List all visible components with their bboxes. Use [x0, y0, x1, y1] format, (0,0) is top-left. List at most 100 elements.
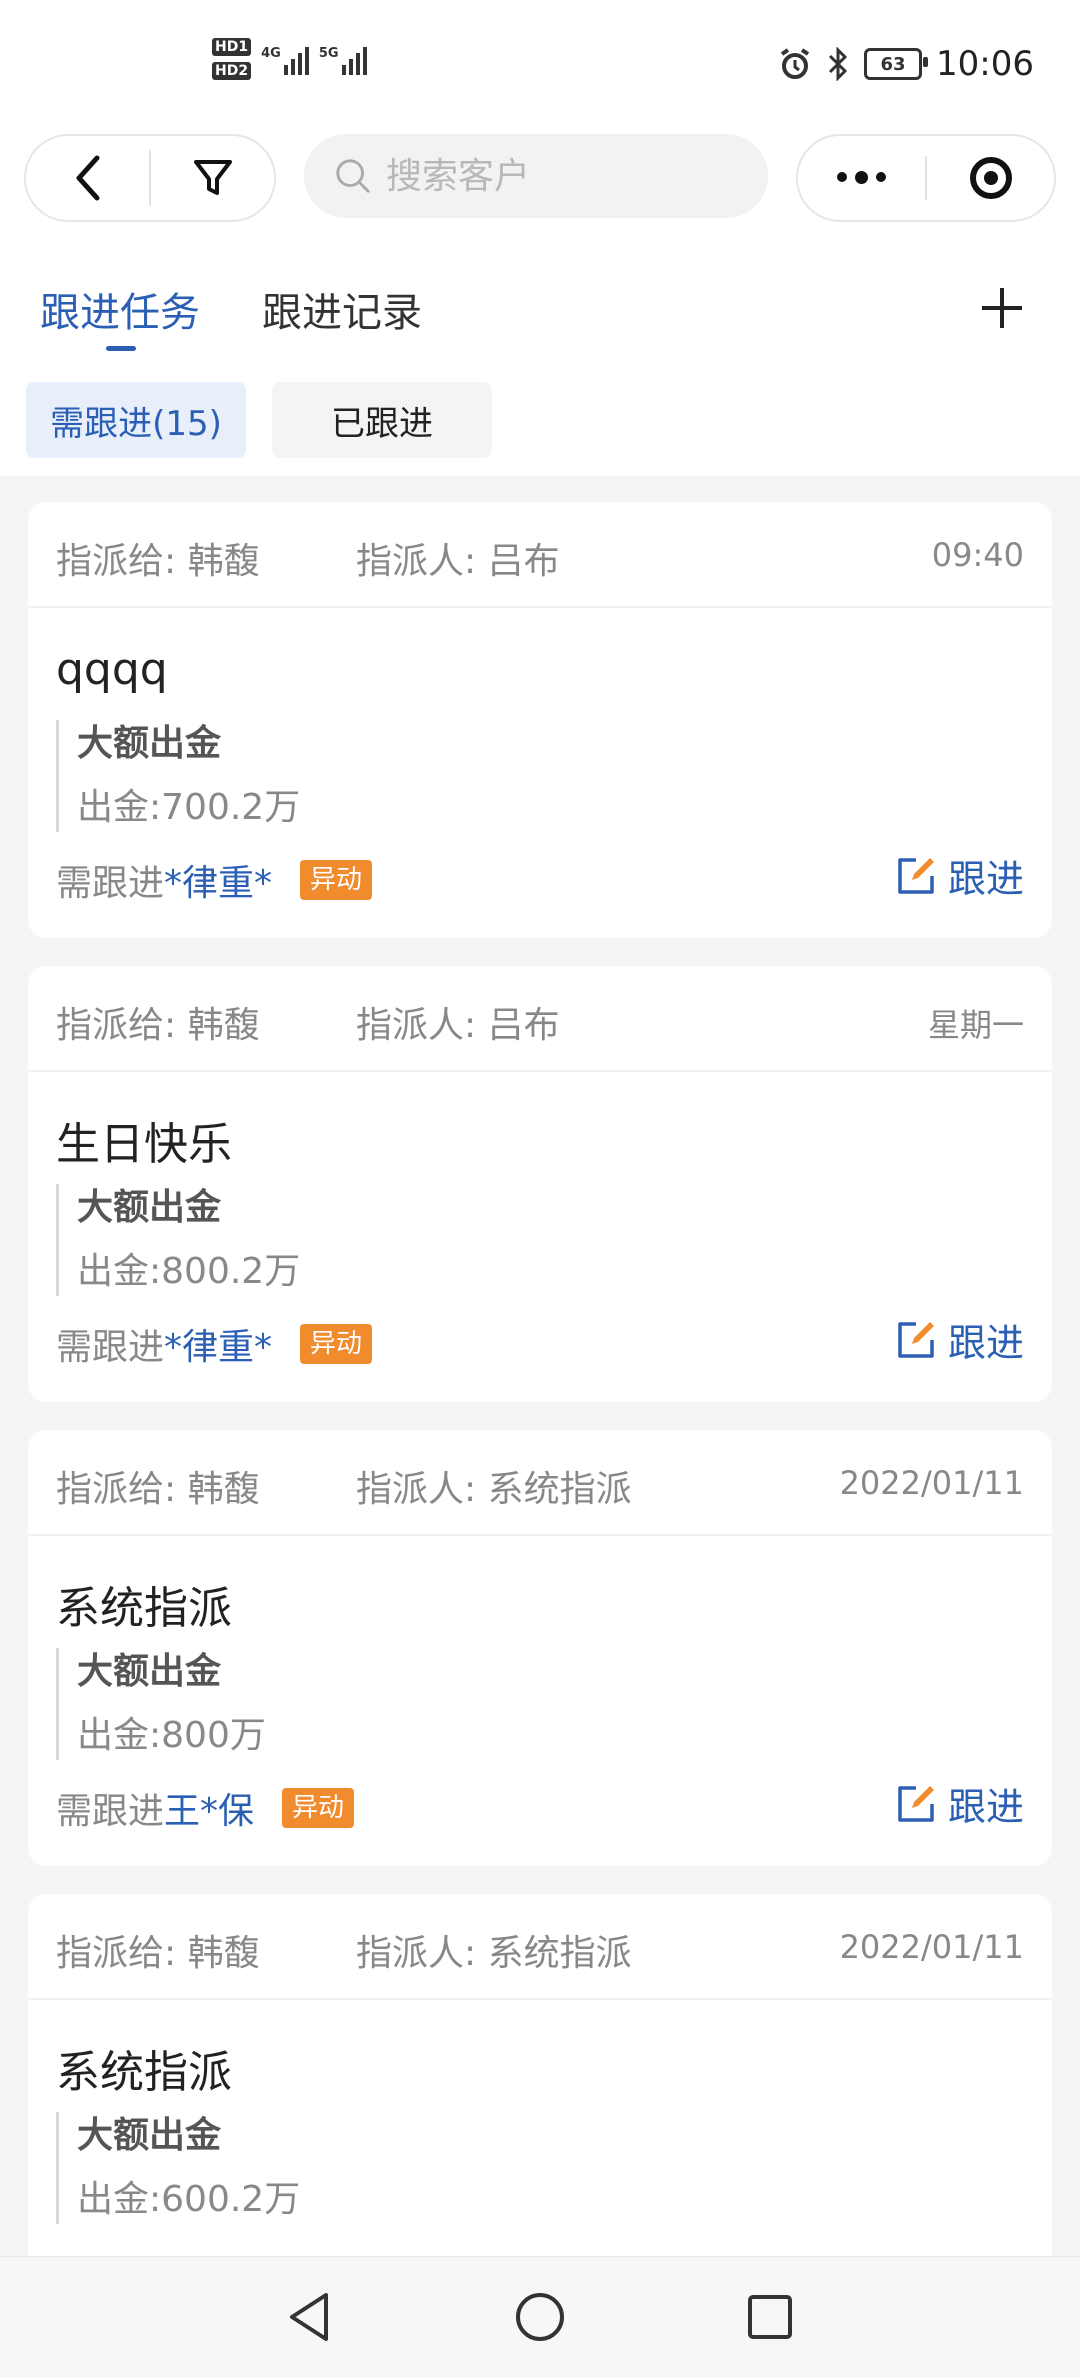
- task-card[interactable]: 指派给: 韩馥 指派人: 吕布 09:40 qqqq 大额出金 出金:700.2…: [28, 502, 1052, 938]
- bluetooth-icon: [828, 47, 848, 81]
- card-time: 星期一: [927, 1006, 1024, 1044]
- assigner-label: 指派人: 系统指派: [356, 1933, 632, 1974]
- card-title: 系统指派: [56, 2047, 232, 2098]
- search-input[interactable]: [384, 154, 768, 198]
- card-detail: 大额出金 出金:600.2万: [56, 2112, 300, 2224]
- assignee-label: 指派给: 韩馥: [56, 541, 260, 582]
- tab-active-indicator: [106, 346, 136, 351]
- follow-button-label: 跟进: [947, 1321, 1024, 1365]
- add-icon[interactable]: [980, 286, 1024, 330]
- target-icon: [969, 157, 1012, 199]
- detail-amount: 出金:800.2万: [77, 1251, 301, 1292]
- status-badge: 异动: [282, 1788, 355, 1828]
- battery-icon: 63: [864, 48, 929, 80]
- follow-button[interactable]: 跟进: [896, 1776, 1024, 1831]
- back-arrow-icon: [76, 155, 99, 201]
- status-badge: 异动: [300, 860, 373, 900]
- close-miniapp-button[interactable]: [927, 136, 1054, 220]
- follow-button-label: 跟进: [947, 857, 1024, 901]
- filter-chips: 需跟进(15) 已跟进: [0, 360, 1080, 476]
- follow-info: 需跟进 王*保 异动: [56, 1782, 355, 1834]
- nav-left-capsule: [24, 134, 276, 222]
- tab-follow-tasks[interactable]: 跟进任务: [40, 280, 200, 338]
- task-card[interactable]: 指派给: 韩馥 指派人: 系统指派 2022/01/11 系统指派 大额出金 出…: [28, 1430, 1052, 1866]
- system-nav-bar: [0, 2256, 1080, 2377]
- card-detail: 大额出金 出金:800.2万: [56, 1184, 300, 1296]
- chip-need-follow[interactable]: 需跟进(15): [26, 382, 246, 458]
- system-back-button[interactable]: [280, 2287, 340, 2347]
- hd2-badge: HD2: [212, 62, 252, 80]
- search-icon: [336, 159, 370, 193]
- signal-5g: 5G: [319, 43, 367, 75]
- filter-button[interactable]: [151, 136, 274, 220]
- task-card[interactable]: 指派给: 韩馥 指派人: 吕布 星期一 生日快乐 大额出金 出金:800.2万 …: [28, 966, 1052, 1402]
- status-left: HD1 HD2 4G 5G: [212, 38, 367, 80]
- card-detail: 大额出金 出金:700.2万: [56, 720, 300, 832]
- clock: 10:06: [936, 44, 1034, 84]
- assignee-label: 指派给: 韩馥: [56, 1469, 260, 1510]
- follow-label: 需跟进: [56, 863, 165, 904]
- assignee-label: 指派给: 韩馥: [56, 1933, 260, 1974]
- tab-follow-records[interactable]: 跟进记录: [262, 280, 422, 338]
- signal-bars-icon: [341, 43, 367, 75]
- circle-home-icon: [516, 2293, 564, 2341]
- detail-amount: 出金:700.2万: [77, 787, 301, 828]
- card-detail: 大额出金 出金:800万: [56, 1648, 266, 1760]
- assignee-label: 指派给: 韩馥: [56, 1005, 260, 1046]
- system-recents-button[interactable]: [740, 2287, 800, 2347]
- triangle-back-icon: [290, 2293, 328, 2341]
- assigner-label: 指派人: 吕布: [356, 541, 560, 582]
- task-card[interactable]: 指派给: 韩馥 指派人: 系统指派 2022/01/11 系统指派 大额出金 出…: [28, 1894, 1052, 2294]
- card-title: 系统指派: [56, 1583, 232, 1634]
- tab-bar: 跟进任务 跟进记录: [0, 230, 1080, 360]
- net-5g-label: 5G: [318, 46, 339, 61]
- nav-bar: [0, 130, 1080, 230]
- battery-level: 63: [880, 53, 906, 75]
- detail-category: 大额出金: [77, 2115, 222, 2156]
- status-badge: 异动: [300, 1324, 373, 1364]
- more-button[interactable]: [798, 136, 925, 220]
- follow-info: 需跟进 *律重* 异动: [56, 854, 373, 906]
- detail-category: 大额出金: [77, 1651, 222, 1692]
- card-header: 指派给: 韩馥 指派人: 系统指派 2022/01/11: [28, 1430, 1052, 1536]
- edit-icon: [898, 1321, 934, 1358]
- signal-bars-icon: [283, 43, 309, 75]
- follow-info: 需跟进 *律重* 异动: [56, 1318, 373, 1370]
- card-time: 2022/01/11: [839, 1928, 1024, 1966]
- nav-right-capsule: [796, 134, 1056, 222]
- search-box[interactable]: [304, 134, 768, 218]
- chip-followed[interactable]: 已跟进: [272, 382, 492, 458]
- card-header: 指派给: 韩馥 指派人: 吕布 09:40: [28, 502, 1052, 608]
- alarm-icon: [780, 48, 810, 79]
- card-header: 指派给: 韩馥 指派人: 系统指派 2022/01/11: [28, 1894, 1052, 2000]
- detail-category: 大额出金: [77, 723, 222, 764]
- net-4g-label: 4G: [261, 46, 281, 61]
- square-recents-icon: [748, 2295, 792, 2339]
- assigner-label: 指派人: 系统指派: [356, 1469, 632, 1510]
- follow-button[interactable]: 跟进: [896, 848, 1024, 903]
- detail-amount: 出金:600.2万: [77, 2179, 301, 2220]
- edit-icon: [898, 857, 934, 894]
- edit-icon: [898, 1785, 934, 1822]
- card-time: 09:40: [931, 536, 1024, 574]
- back-button[interactable]: [26, 136, 149, 220]
- follow-customer[interactable]: *律重*: [164, 854, 272, 906]
- hd1-badge: HD1: [212, 38, 252, 56]
- signal-4g: 4G: [261, 43, 309, 75]
- detail-category: 大额出金: [77, 1187, 222, 1228]
- detail-amount: 出金:800万: [77, 1715, 266, 1756]
- card-title: qqqq: [56, 644, 168, 695]
- card-title: 生日快乐: [56, 1119, 232, 1170]
- follow-label: 需跟进: [56, 1791, 165, 1832]
- hd-indicators: HD1 HD2: [212, 38, 252, 80]
- follow-customer[interactable]: *律重*: [164, 1318, 272, 1370]
- card-time: 2022/01/11: [839, 1464, 1024, 1502]
- follow-button[interactable]: 跟进: [896, 1312, 1024, 1367]
- follow-customer[interactable]: 王*保: [164, 1782, 254, 1834]
- card-header: 指派给: 韩馥 指派人: 吕布 星期一: [28, 966, 1052, 1072]
- system-home-button[interactable]: [510, 2287, 570, 2347]
- more-icon: [837, 171, 886, 184]
- assigner-label: 指派人: 吕布: [356, 1005, 560, 1046]
- follow-label: 需跟进: [56, 1327, 165, 1368]
- status-bar: HD1 HD2 4G 5G 63 10:06: [0, 0, 1080, 130]
